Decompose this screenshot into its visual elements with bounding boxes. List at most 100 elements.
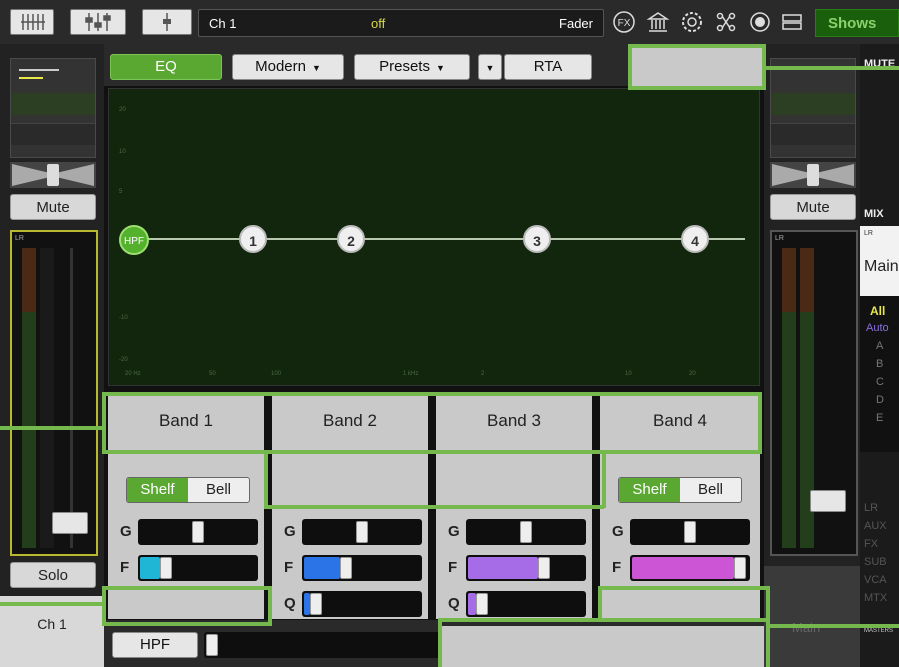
mute-button[interactable]: Mute [10,194,96,220]
eq-mode-dropdown[interactable]: Modern ▼ [232,54,344,80]
band-2-freq-slider[interactable] [302,555,422,581]
pan-control[interactable] [10,162,96,188]
channel-meter-fader[interactable]: LR [10,230,98,556]
hpf-row: HPF [104,620,764,667]
filter-d[interactable]: D [876,394,884,406]
fx-icon-label: FX [618,18,631,29]
chevron-down-icon: ▼ [311,63,321,73]
group-vca[interactable]: VCA [864,574,887,586]
mini-eq-preview[interactable] [10,58,96,158]
channel-label-box[interactable]: Ch 1 [0,596,104,667]
routing-button[interactable] [714,10,738,34]
band-4-type-toggle[interactable]: Shelf Bell [618,477,742,503]
right-fader-knob[interactable] [810,490,846,512]
eq-toggle-button[interactable]: EQ [110,54,222,80]
gear-icon [682,12,702,32]
settings-button[interactable] [680,10,704,34]
band-4-freq-label: F [612,559,622,576]
hpf-slider-thumb[interactable] [206,634,218,656]
callout-line-band1-edge [264,452,268,508]
band-4-gain-slider[interactable] [630,519,750,545]
hpf-toggle-button[interactable]: HPF [112,632,198,658]
filter-b[interactable]: B [876,358,883,370]
meters-button[interactable] [780,10,804,34]
mix-main-label[interactable]: Main [864,258,899,276]
callout-box-band-titles [102,392,762,454]
right-pan-knob[interactable] [807,164,819,186]
band-1-bell-option[interactable]: Bell [188,478,249,502]
band-1-gain-thumb[interactable] [192,521,204,543]
solo-button[interactable]: Solo [10,562,96,588]
band-3-gain-label: G [448,523,460,540]
band-1-node[interactable]: 1 [239,225,267,253]
fx-icon: FX [613,11,635,33]
record-button[interactable] [748,10,772,34]
group-lr[interactable]: LR [864,502,878,514]
hpf-node[interactable]: HPF [119,225,149,255]
fx-button[interactable]: FX [612,10,636,34]
band-2-gain-slider[interactable] [302,519,422,545]
band-4-freq-thumb[interactable] [734,557,746,579]
filter-auto[interactable]: Auto [866,322,889,334]
band-4-shelf-option[interactable]: Shelf [619,478,680,502]
callout-line-band4-edge [602,452,606,508]
right-mute-button[interactable]: Mute [770,194,856,220]
band-3-freq-slider[interactable] [466,555,586,581]
filter-e[interactable]: E [876,412,883,424]
channel-label: Ch 1 [37,616,67,632]
band-2-node[interactable]: 2 [337,225,365,253]
band-1-type-toggle[interactable]: Shelf Bell [126,477,250,503]
band-2-gain-thumb[interactable] [356,521,368,543]
rta-dropdown[interactable]: ▼ [478,54,502,80]
band-1-freq-slider[interactable] [138,555,258,581]
band-3-q-slider[interactable] [466,591,586,617]
callout-box-top-right [628,44,766,90]
top-bar: Ch 1 off Fader FX Shows [0,0,899,44]
filter-all[interactable]: All [870,304,885,318]
right-meter-lr-label: LR [775,235,784,242]
pan-knob[interactable] [47,164,59,186]
rta-button[interactable]: RTA [504,54,592,80]
band-3-q-thumb[interactable] [476,593,488,615]
band-4-gain-thumb[interactable] [684,521,696,543]
callout-line-middle [264,505,604,509]
band-1-shelf-option[interactable]: Shelf [127,478,188,502]
band-1-gain-label: G [120,523,132,540]
channel-name-bar[interactable]: Ch 1 off Fader [198,9,604,37]
band-3-gain-thumb[interactable] [520,521,532,543]
shows-button[interactable]: Shows [815,9,899,37]
right-channel-strip: Mute LR [764,44,860,667]
band-2-freq-thumb[interactable] [340,557,352,579]
band-4-node[interactable]: 4 [681,225,709,253]
band-2-q-slider[interactable] [302,591,422,617]
group-mtx[interactable]: MTX [864,592,887,604]
group-sub[interactable]: SUB [864,556,887,568]
right-pan-control[interactable] [770,162,856,188]
channel-view-button[interactable] [142,9,192,35]
band-4-freq-slider[interactable] [630,555,750,581]
band-3-gain-slider[interactable] [466,519,586,545]
filter-c[interactable]: C [876,376,884,388]
band-4-freq-fill [632,557,734,579]
band-4-gain-label: G [612,523,624,540]
routing-icon [716,12,736,32]
band-1-gain-slider[interactable] [138,519,258,545]
band-1-freq-thumb[interactable] [160,557,172,579]
group-aux[interactable]: AUX [864,520,887,532]
bank-button[interactable] [646,10,670,34]
eq-graph[interactable]: 20 10 5 -10 -20 20 Hz 50 100 1 kHz 2 10 … [108,88,760,386]
band-3-freq-thumb[interactable] [538,557,550,579]
fader-knob[interactable] [52,512,88,534]
presets-dropdown[interactable]: Presets ▼ [354,54,470,80]
group-fx[interactable]: FX [864,538,878,550]
grid-view-button[interactable] [10,9,54,35]
band-3-node[interactable]: 3 [523,225,551,253]
right-meter-fader[interactable]: LR [770,230,858,556]
filter-a[interactable]: A [876,340,883,352]
callout-line-band-titles [0,426,104,430]
band-2-q-thumb[interactable] [310,593,322,615]
right-mini-preview[interactable] [770,58,856,158]
channel-mode: Fader [559,16,593,31]
mixer-view-button[interactable] [70,9,126,35]
band-4-bell-option[interactable]: Bell [680,478,741,502]
